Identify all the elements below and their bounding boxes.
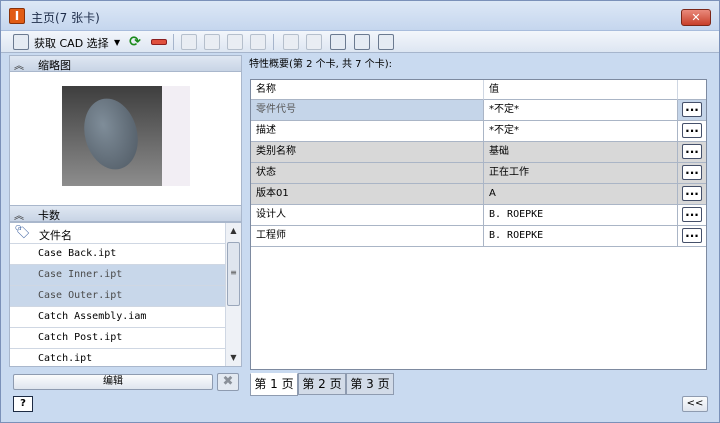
collapse-button[interactable]: <<: [682, 396, 708, 412]
tab-page-2[interactable]: 第 2 页: [298, 373, 346, 395]
property-value[interactable]: *不定*: [484, 121, 678, 141]
home-icon[interactable]: [330, 34, 346, 50]
window-title: 主页(7 张卡): [31, 11, 100, 25]
part-thumbnail: [62, 86, 162, 186]
thumbnail-label: 缩略图: [38, 59, 71, 72]
card-icon: [283, 34, 299, 50]
property-name: 描述: [251, 121, 484, 141]
window: I 主页(7 张卡) ✕ 获取 CAD 选择 ▼ ⟳ ︽ 缩略图 ︽ 卡数 🏷 …: [0, 0, 720, 423]
column-header-value[interactable]: 值: [484, 80, 678, 100]
table-row[interactable]: 版本01 A ...: [251, 184, 706, 205]
list-item[interactable]: Catch Post.ipt: [10, 328, 225, 349]
property-name: 工程师: [251, 226, 484, 246]
more-options-icon[interactable]: ...: [682, 185, 702, 201]
table-row[interactable]: 设计人 B. ROEPKE ...: [251, 205, 706, 226]
more-options-icon[interactable]: ...: [682, 143, 702, 159]
list-item[interactable]: Case Inner.ipt: [10, 265, 225, 286]
get-cad-selection-button[interactable]: 获取 CAD 选择: [34, 35, 109, 51]
left-panel: ︽ 缩略图 ︽ 卡数 🏷 文件名 Case Back.ipt Case Inne…: [9, 55, 242, 368]
close-button[interactable]: ✕: [681, 9, 711, 26]
column-header-name[interactable]: 名称: [251, 80, 484, 100]
property-value[interactable]: 基础: [484, 142, 678, 162]
table-row[interactable]: 状态 正在工作 ...: [251, 163, 706, 184]
toolbar: 获取 CAD 选择 ▼ ⟳: [1, 31, 719, 53]
part-preview-shape: [76, 92, 146, 176]
copy-icon: [181, 34, 197, 50]
more-options-icon[interactable]: ...: [682, 206, 702, 222]
more-options-icon[interactable]: ...: [682, 101, 702, 117]
more-options-icon[interactable]: ...: [682, 122, 702, 138]
scroll-down-icon[interactable]: ▼: [226, 350, 241, 366]
chevron-up-icon[interactable]: ︽: [14, 57, 24, 72]
tag-icon: 🏷: [14, 225, 31, 240]
table-row[interactable]: 类别名称 基础 ...: [251, 142, 706, 163]
table-row[interactable]: 零件代号 *不定* ...: [251, 100, 706, 121]
mail-icon: [306, 34, 322, 50]
tab-page-1[interactable]: 第 1 页: [250, 373, 298, 396]
list-item[interactable]: Catch.ipt: [10, 349, 225, 366]
file-list: 🏷 文件名 Case Back.ipt Case Inner.ipt Case …: [9, 222, 242, 367]
undo-icon: [250, 34, 266, 50]
toolbar-divider: [173, 34, 174, 50]
chevron-down-icon[interactable]: ▼: [114, 38, 120, 47]
property-value[interactable]: A: [484, 184, 678, 204]
column-header-blank: [678, 80, 706, 100]
toolbar-divider: [273, 34, 274, 50]
cards-label: 卡数: [38, 209, 60, 222]
property-name: 设计人: [251, 205, 484, 225]
table-row[interactable]: 工程师 B. ROEPKE ...: [251, 226, 706, 247]
clear-icon[interactable]: ✖: [217, 373, 239, 391]
list-item[interactable]: Catch Assembly.iam: [10, 307, 225, 328]
property-value[interactable]: B. ROEPKE: [484, 205, 678, 225]
properties-summary: 特性概要(第 2 个卡, 共 7 个卡):: [249, 59, 392, 70]
paste-icon: [204, 34, 220, 50]
property-value[interactable]: *不定*: [484, 100, 678, 120]
more-options-icon[interactable]: ...: [682, 227, 702, 243]
chevron-up-icon[interactable]: ︽: [14, 207, 24, 222]
more-options-icon[interactable]: ...: [682, 164, 702, 180]
property-name: 状态: [251, 163, 484, 183]
table-row[interactable]: 描述 *不定* ...: [251, 121, 706, 142]
thumbnail-margin: [162, 86, 190, 186]
refresh-icon[interactable]: ⟳: [127, 34, 143, 50]
next-page-icon[interactable]: [354, 34, 370, 50]
title-bar: I 主页(7 张卡) ✕: [1, 1, 719, 31]
property-name: 版本01: [251, 184, 484, 204]
file-list-header[interactable]: 🏷 文件名: [10, 223, 225, 244]
scroll-up-icon[interactable]: ▲: [226, 223, 241, 239]
filename-column-label: 文件名: [39, 229, 72, 242]
move-icon: [227, 34, 243, 50]
get-cad-icon[interactable]: [13, 34, 29, 50]
last-page-icon[interactable]: [378, 34, 394, 50]
tab-page-3[interactable]: 第 3 页: [346, 373, 394, 395]
help-icon[interactable]: ?: [13, 396, 33, 412]
thumbnail-header[interactable]: ︽ 缩略图: [9, 55, 242, 72]
cards-header[interactable]: ︽ 卡数: [9, 205, 242, 222]
thumbnail-area: [9, 72, 242, 205]
inventor-app-icon: I: [9, 8, 25, 24]
property-name: 类别名称: [251, 142, 484, 162]
property-value[interactable]: 正在工作: [484, 163, 678, 183]
list-item[interactable]: Case Back.ipt: [10, 244, 225, 265]
scroll-thumb[interactable]: ≡: [227, 242, 240, 306]
edit-button[interactable]: 编辑: [13, 374, 213, 390]
file-list-scrollbar[interactable]: ▲ ≡ ▼: [225, 223, 241, 366]
property-name: 零件代号: [251, 100, 484, 120]
list-item[interactable]: Case Outer.ipt: [10, 286, 225, 307]
property-value[interactable]: B. ROEPKE: [484, 226, 678, 246]
remove-icon[interactable]: [151, 34, 167, 50]
properties-table: 名称 值 零件代号 *不定* ... 描述 *不定* ... 类别名称 基础 .…: [250, 79, 707, 370]
